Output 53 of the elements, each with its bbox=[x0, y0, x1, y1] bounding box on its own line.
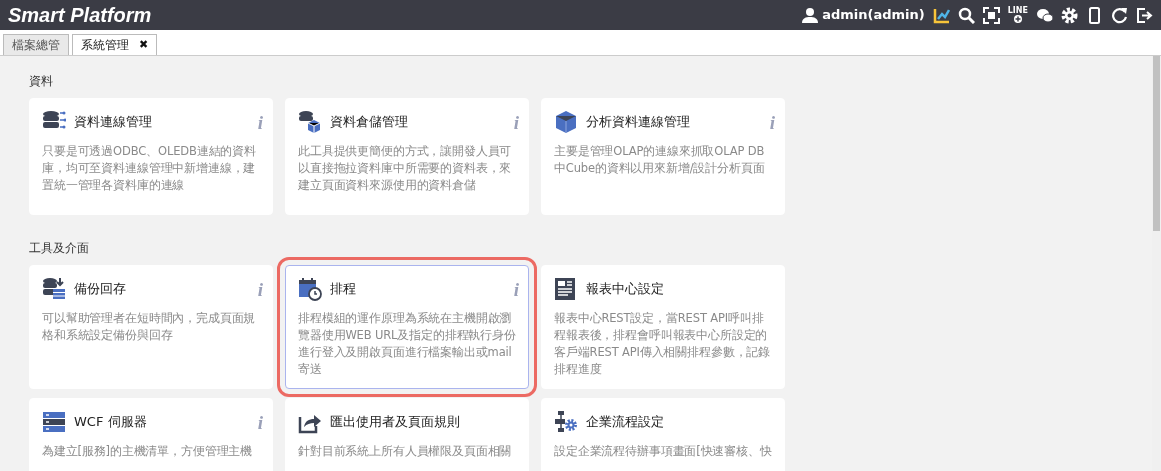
settings-icon[interactable] bbox=[1061, 6, 1078, 24]
tool-card[interactable]: 匯出使用者及頁面規則 針對目前系統上所有人員權限及頁面相關 bbox=[285, 398, 529, 471]
card-title: 匯出使用者及頁面規則 bbox=[330, 413, 461, 432]
user-name[interactable]: admin(admin) bbox=[822, 5, 925, 25]
flowchart-gear-icon bbox=[554, 410, 578, 434]
plus-icon bbox=[1013, 15, 1022, 23]
card-description: 此工具提供更簡便的方式，讓開發人員可以直接拖拉資料庫中所需要的資料表，來建立頁面資料來源使用的資料倉儲 bbox=[298, 143, 513, 194]
calendar-clock-icon bbox=[298, 277, 322, 301]
tool-card[interactable]: 報表中心設定 報表中心REST設定，當REST API呼叫排程報表後，排程會呼叫報表中心所設定的客戶端REST API傳入相關排程參數，記錄排程進度 bbox=[541, 265, 785, 389]
card-title: 企業流程設定 bbox=[586, 413, 665, 432]
card-description: 報表中心REST設定，當REST API呼叫排程報表後，排程會呼叫報表中心所設定的客戶端REST API傳入相關排程參數，記錄排程進度 bbox=[554, 310, 772, 378]
chart-icon[interactable] bbox=[932, 6, 950, 24]
tool-card[interactable]: 資料倉儲管理 i 此工具提供更簡便的方式，讓開發人員可以直接拖拉資料庫中所需要的資料表，來建立頁面資料來源使用的資料倉儲 bbox=[285, 98, 529, 215]
card-title: 分析資料連線管理 bbox=[586, 113, 691, 132]
card-title: 備份回存 bbox=[74, 280, 127, 299]
database-cube-icon bbox=[298, 110, 322, 134]
cube-icon bbox=[554, 110, 578, 134]
tab-label[interactable]: 檔案總管 bbox=[12, 36, 60, 54]
report-icon bbox=[554, 277, 578, 301]
card-title: 資料連線管理 bbox=[74, 113, 153, 132]
tool-card[interactable]: 分析資料連線管理 i 主要是管理OLAP的連線來抓取OLAP DB中Cube的資料以用來新增/設計分析頁面 bbox=[541, 98, 785, 215]
refresh-icon[interactable] bbox=[1111, 6, 1128, 24]
card-description: 排程模組的運作原理為系統在主機開啟瀏覽器使用WEB URL及指定的排程執行身份進行登入及開啟頁面進行檔案輸出或mail寄送 bbox=[298, 310, 517, 378]
card-description: 設定企業流程待辦事項畫面[快速審核、快 bbox=[554, 443, 773, 460]
card-title: WCF 伺服器 bbox=[74, 413, 148, 432]
search-icon[interactable] bbox=[957, 6, 975, 24]
card-title: 排程 bbox=[330, 280, 357, 299]
section-title: 資料 bbox=[29, 73, 54, 90]
card-description: 可以幫助管理者在短時間內，完成頁面規格和系統設定備份與回存 bbox=[42, 310, 257, 344]
user-icon[interactable] bbox=[802, 7, 819, 23]
card-description: 為建立[服務]的主機清單，方便管理主機 bbox=[42, 443, 254, 460]
tool-card[interactable]: WCF 伺服器 i 為建立[服務]的主機清單，方便管理主機 bbox=[29, 398, 273, 471]
card-description: 針對目前系統上所有人員權限及頁面相關 bbox=[298, 443, 513, 460]
tool-card[interactable]: 企業流程設定 設定企業流程待辦事項畫面[快速審核、快 bbox=[541, 398, 785, 471]
tab[interactable]: 檔案總管 bbox=[3, 34, 69, 55]
server-icon bbox=[42, 410, 66, 434]
card-title: 報表中心設定 bbox=[586, 280, 665, 299]
chat-icon[interactable] bbox=[1036, 6, 1053, 24]
fullscreen-icon[interactable] bbox=[982, 6, 1000, 24]
tool-card[interactable]: 備份回存 i 可以幫助管理者在短時間內，完成頁面規格和系統設定備份與回存 bbox=[29, 265, 273, 389]
card-description: 主要是管理OLAP的連線來抓取OLAP DB中Cube的資料以用來新增/設計分析頁面 bbox=[554, 143, 766, 177]
logout-icon[interactable] bbox=[1136, 6, 1153, 24]
line-button[interactable]: LINE bbox=[1007, 7, 1028, 23]
card-description: 只要是可透過ODBC、OLEDB連結的資料庫，均可至資料連線管理中新增連線，建置統一管理各資料庫的連線 bbox=[42, 143, 257, 194]
tab[interactable]: 系統管理 ✖ bbox=[72, 34, 158, 55]
card-title: 資料倉儲管理 bbox=[330, 113, 409, 132]
tab-label[interactable]: 系統管理 bbox=[81, 36, 129, 54]
database-backup-icon bbox=[42, 277, 66, 301]
close-tab-button[interactable]: ✖ bbox=[139, 36, 149, 54]
section-title: 工具及介面 bbox=[29, 240, 90, 257]
app-title: Smart Platform bbox=[8, 3, 152, 28]
mobile-icon[interactable] bbox=[1086, 6, 1103, 24]
tool-card[interactable]: 資料連線管理 i 只要是可透過ODBC、OLEDB連結的資料庫，均可至資料連線管理中新增連線，建置統一管理各資料庫的連線 bbox=[29, 98, 273, 215]
